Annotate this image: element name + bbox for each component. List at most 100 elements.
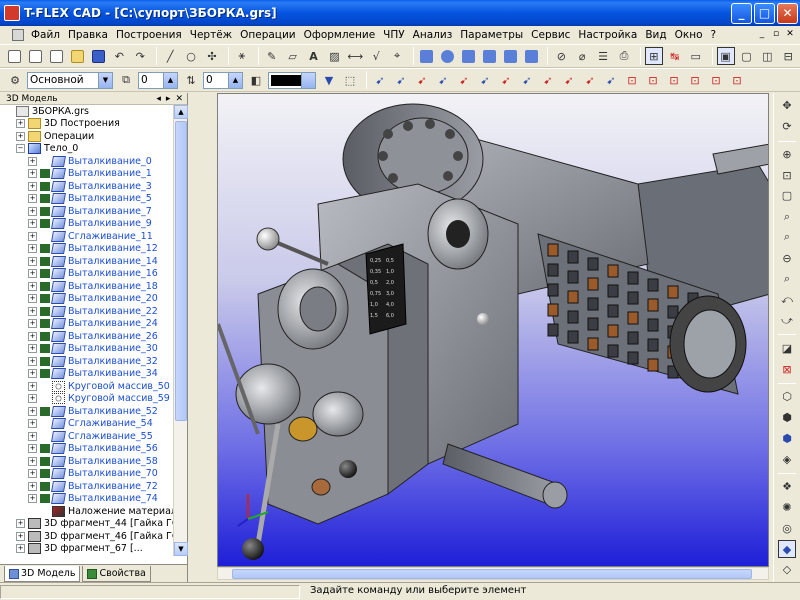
expand-toggle-icon[interactable]: + (28, 356, 37, 366)
visibility-icon[interactable] (40, 394, 50, 403)
expand-toggle-icon[interactable]: + (28, 381, 37, 391)
save-icon[interactable] (90, 47, 108, 65)
expand-toggle-icon[interactable]: + (28, 481, 37, 491)
color-icon[interactable]: ◧ (247, 71, 265, 89)
tree-item[interactable]: ЗБОРКА.grs (0, 105, 173, 118)
maximize-button[interactable]: □ (754, 2, 775, 24)
expand-toggle-icon[interactable]: + (28, 206, 37, 216)
menu-item-6[interactable]: ЧПУ (379, 29, 409, 41)
select-op-icon[interactable]: ➹ (455, 71, 473, 89)
select-vertex-icon[interactable]: ➹ (413, 71, 431, 89)
tree-item[interactable]: + Выталкивание_70 (0, 468, 173, 481)
tree-item[interactable]: +3D фрагмент_67 [... (0, 543, 173, 556)
filter-3d-icon[interactable]: ⊡ (623, 71, 641, 89)
expand-toggle-icon[interactable]: + (28, 319, 37, 329)
expand-toggle-icon[interactable]: + (28, 331, 37, 341)
layer-icon[interactable]: ⚙ (6, 71, 24, 89)
zoom-window-icon[interactable]: ▢ (778, 187, 796, 205)
3d-viewport[interactable]: 0,25 0,5 0,35 1,0 0,5 2,0 0,75 3,0 1,0 4,0 1,5 6,0 (217, 93, 769, 567)
section-icon[interactable]: ◪ (778, 339, 796, 357)
menu-item-5[interactable]: Оформление (300, 29, 380, 41)
tree-item[interactable]: + Выталкивание_14 (0, 255, 173, 268)
visibility-icon[interactable] (40, 206, 50, 216)
menu-item-4[interactable]: Операции (236, 29, 299, 41)
visibility-icon[interactable] (40, 481, 50, 491)
expand-toggle-icon[interactable]: + (28, 369, 37, 379)
shaded-icon[interactable]: ⬢ (778, 429, 796, 447)
tree-item[interactable]: + Выталкивание_20 (0, 293, 173, 306)
open-folder-icon[interactable] (69, 47, 87, 65)
select-faces-icon[interactable]: ➹ (371, 71, 389, 89)
panel-right-button[interactable]: ▸ (166, 94, 171, 104)
chevron-down-icon[interactable]: ▼ (98, 72, 112, 88)
select-node-icon[interactable]: ➹ (539, 71, 557, 89)
outline-icon[interactable]: ▱ (284, 47, 302, 65)
tree-item[interactable]: + Выталкивание_16 (0, 268, 173, 281)
expand-toggle-icon[interactable]: + (28, 269, 37, 279)
shaded-edges-icon[interactable]: ◈ (778, 450, 796, 468)
tree-item[interactable]: + Выталкивание_30 (0, 343, 173, 356)
mdi-close-button[interactable]: ✕ (784, 29, 796, 41)
filter-c-icon[interactable]: ⊡ (686, 71, 704, 89)
draw-line-icon[interactable]: ✎ (263, 47, 281, 65)
tree-item[interactable]: + Выталкивание_26 (0, 330, 173, 343)
expand-toggle-icon[interactable]: + (28, 194, 37, 204)
close-button[interactable]: ✕ (777, 2, 798, 24)
light-icon[interactable]: ✺ (778, 499, 796, 517)
zoom-out-icon[interactable]: ⊖ (778, 249, 796, 267)
hidden-lines-icon[interactable]: ⬢ (778, 409, 796, 427)
expand-toggle-icon[interactable]: + (28, 256, 37, 266)
expand-toggle-icon[interactable]: + (28, 344, 37, 354)
tree-item[interactable]: + Сглаживание_55 (0, 430, 173, 443)
tree-item[interactable]: + Выталкивание_18 (0, 280, 173, 293)
visibility-icon[interactable] (40, 181, 50, 191)
menu-item-0[interactable]: Файл (27, 29, 64, 41)
visibility-icon[interactable] (40, 294, 50, 304)
select-point-icon[interactable]: ➹ (560, 71, 578, 89)
tree-item[interactable]: + Выталкивание_56 (0, 443, 173, 456)
visibility-icon[interactable] (40, 369, 50, 379)
minimize-button[interactable]: _ (731, 2, 752, 24)
menu-item-13[interactable]: ? (707, 29, 721, 41)
visibility-icon[interactable] (40, 281, 50, 291)
window-icon[interactable]: ▭ (687, 47, 705, 65)
expand-toggle-icon[interactable]: + (28, 406, 37, 416)
visibility-icon[interactable] (40, 157, 50, 166)
level-icon[interactable]: ⧉ (117, 71, 135, 89)
mdi-minimize-button[interactable]: _ (756, 29, 768, 41)
select-path-icon[interactable]: ➹ (518, 71, 536, 89)
expand-toggle-icon[interactable]: + (28, 306, 37, 316)
visibility-icon[interactable] (40, 344, 50, 354)
menu-item-9[interactable]: Сервис (527, 29, 574, 41)
rotate-view-icon[interactable]: ⟳ (778, 118, 796, 136)
menu-item-7[interactable]: Анализ (409, 29, 457, 41)
expand-toggle-icon[interactable]: + (28, 156, 37, 166)
visibility-icon[interactable] (40, 494, 50, 504)
panel-left-button[interactable]: ◂ (156, 94, 161, 104)
tree-item[interactable]: + Выталкивание_3 (0, 180, 173, 193)
visibility-icon[interactable] (40, 382, 50, 391)
hatch-icon[interactable]: ▨ (325, 47, 343, 65)
visibility-icon[interactable] (40, 219, 50, 229)
visibility-icon[interactable] (40, 244, 50, 254)
expand-toggle-icon[interactable]: + (16, 131, 25, 141)
filter-b-icon[interactable]: ⊡ (665, 71, 683, 89)
filter-a-icon[interactable]: ⊡ (644, 71, 662, 89)
mdi-restore-button[interactable]: ▫ (770, 29, 782, 41)
tab-properties[interactable]: Свойства (82, 566, 151, 582)
node-icon[interactable]: ✣ (203, 47, 221, 65)
tree-item[interactable]: + Выталкивание_72 (0, 480, 173, 493)
tree-item[interactable]: + Выталкивание_9 (0, 218, 173, 231)
expand-toggle-icon[interactable]: + (28, 494, 37, 504)
select-lcs-icon[interactable]: ➹ (581, 71, 599, 89)
menu-item-2[interactable]: Построения (112, 29, 186, 41)
tree-item[interactable]: + Выталкивание_52 (0, 405, 173, 418)
perspective-icon[interactable]: ◆ (778, 540, 796, 559)
chevron-down-icon[interactable] (301, 72, 315, 88)
expand-toggle-icon[interactable]: + (28, 169, 37, 179)
priority-stepper[interactable]: 0 ▲ (203, 71, 243, 89)
scroll-thumb[interactable] (175, 121, 187, 421)
view-next-icon[interactable]: ⤻ (778, 312, 796, 330)
fillet-icon[interactable] (502, 47, 520, 65)
transparency-icon[interactable]: ◇ (778, 561, 796, 579)
